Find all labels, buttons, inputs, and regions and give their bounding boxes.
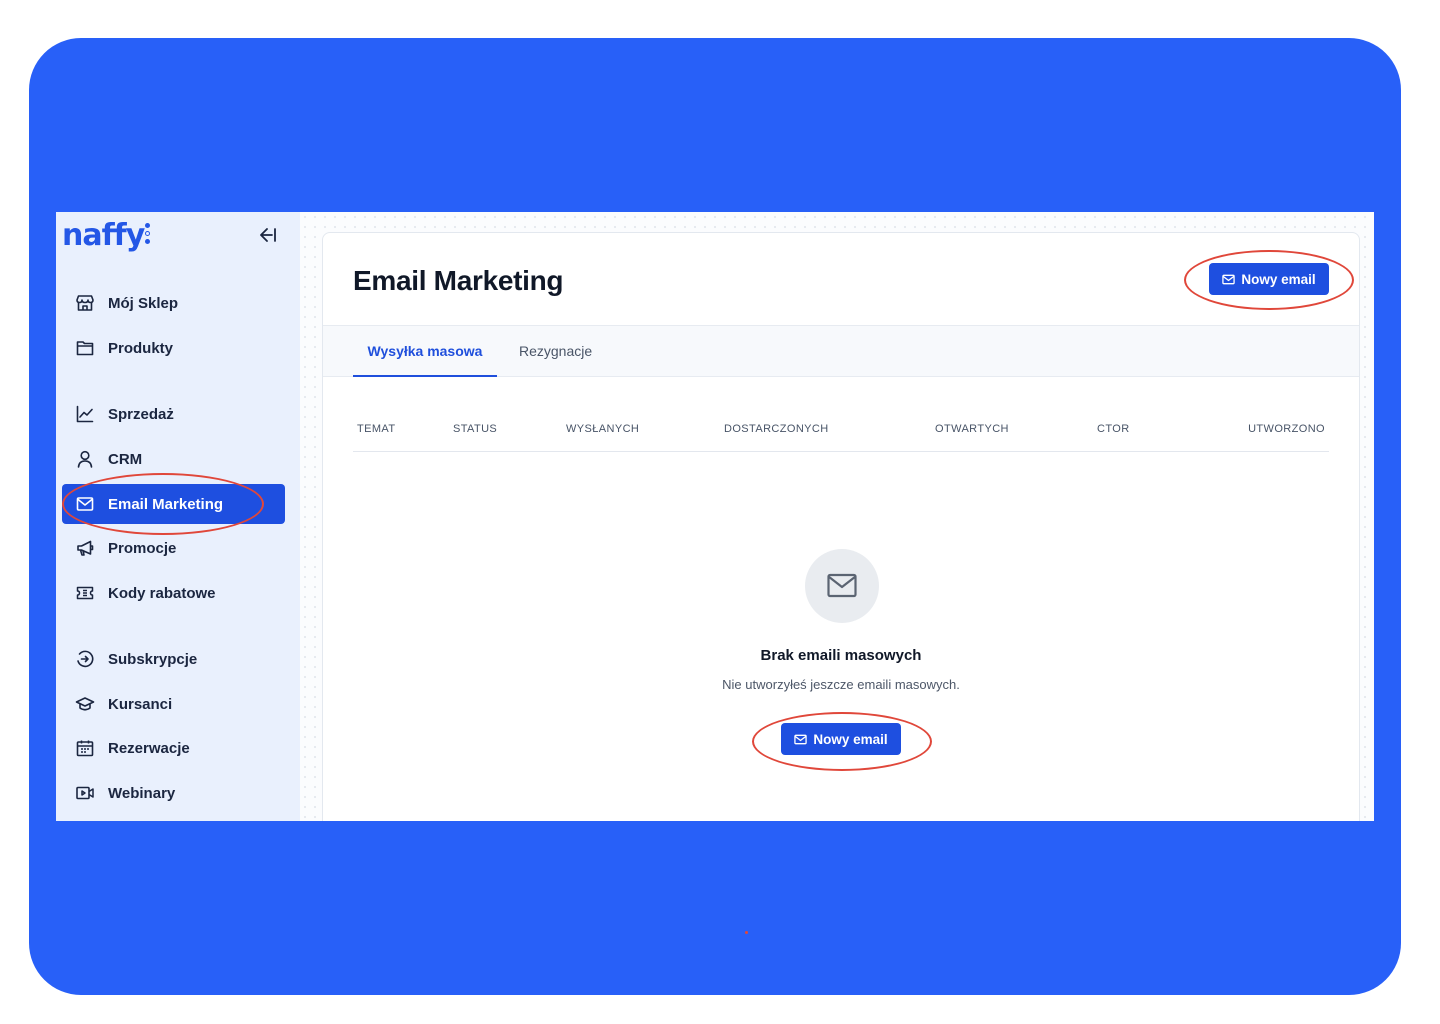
video-icon	[74, 782, 96, 804]
tab-wysylka-masowa[interactable]: Wysyłka masowa	[353, 326, 497, 377]
page-title: Email Marketing	[353, 265, 564, 296]
mail-send-icon	[794, 733, 808, 746]
mail-send-icon	[1222, 273, 1236, 286]
sidebar-item-label: Produkty	[108, 339, 174, 357]
tab-rezygnacje[interactable]: Rezygnacje	[519, 326, 592, 376]
calendar-icon	[74, 737, 96, 759]
sidebar-item-label: CRM	[108, 450, 143, 468]
megaphone-icon	[74, 537, 96, 559]
empty-state-mail-icon	[805, 549, 879, 623]
sidebar-item-label: Rezerwacje	[108, 739, 190, 757]
sidebar-item-email-marketing[interactable]: Email Marketing	[62, 484, 285, 524]
sidebar-item-subskrypcje[interactable]: Subskrypcje	[62, 639, 285, 679]
graduation-cap-icon	[74, 693, 96, 715]
user-icon	[74, 448, 96, 470]
sidebar-item-label: Promocje	[108, 539, 177, 557]
app-window: naffy Mój Sklep Produkty Sprzedaż CRM Em…	[56, 212, 1374, 821]
ticket-icon	[74, 582, 96, 604]
column-header-temat[interactable]: TEMAT	[357, 423, 395, 435]
annotation-dot	[745, 931, 748, 934]
column-header-dostarczonych[interactable]: DOSTARCZONYCH	[724, 423, 829, 435]
sidebar-item-webinary[interactable]: Webinary	[62, 773, 285, 813]
logo-dots-icon	[145, 223, 151, 247]
new-email-label: Nowy email	[813, 731, 888, 747]
table-header: TEMAT STATUS WYSŁANYCH DOSTARCZONYCH OTW…	[353, 423, 1329, 452]
empty-state-subtitle: Nie utworzyłeś jeszcze emaili masowych.	[722, 677, 960, 692]
sidebar-item-label: Sprzedaż	[108, 405, 174, 423]
sidebar-item-label: Kody rabatowe	[108, 584, 216, 602]
sidebar: naffy Mój Sklep Produkty Sprzedaż CRM Em…	[56, 212, 300, 821]
column-header-ctor[interactable]: CTOR	[1097, 423, 1130, 435]
sidebar-item-moj-sklep[interactable]: Mój Sklep	[62, 283, 285, 323]
column-header-otwartych[interactable]: OTWARTYCH	[935, 423, 1009, 435]
sidebar-item-label: Webinary	[108, 784, 176, 802]
new-email-label: Nowy email	[1241, 271, 1316, 287]
sidebar-item-label: Mój Sklep	[108, 294, 179, 312]
sidebar-item-sprzedaz[interactable]: Sprzedaż	[62, 394, 285, 434]
chart-line-icon	[74, 403, 96, 425]
naffy-logo: naffy	[62, 218, 145, 253]
new-email-empty-button[interactable]: Nowy email	[781, 723, 901, 755]
column-header-wyslanych[interactable]: WYSŁANYCH	[566, 423, 639, 435]
sidebar-item-crm[interactable]: CRM	[62, 439, 285, 479]
sidebar-item-label: Subskrypcje	[108, 650, 198, 668]
column-header-status[interactable]: STATUS	[453, 423, 497, 435]
column-header-utworzono[interactable]: UTWORZONO	[1248, 423, 1325, 435]
sidebar-item-label: Email Marketing	[108, 495, 224, 513]
sidebar-item-kursanci[interactable]: Kursanci	[62, 684, 285, 724]
store-icon	[74, 292, 96, 314]
sidebar-item-promocje[interactable]: Promocje	[62, 528, 285, 568]
new-email-button[interactable]: Nowy email	[1209, 263, 1329, 295]
sidebar-item-kody-rabatowe[interactable]: Kody rabatowe	[62, 573, 285, 613]
sidebar-item-rezerwacje[interactable]: Rezerwacje	[62, 728, 285, 768]
sidebar-item-produkty[interactable]: Produkty	[62, 328, 285, 368]
folder-icon	[74, 337, 96, 359]
email-marketing-card: Email Marketing Nowy email Wysyłka masow…	[322, 232, 1360, 821]
sidebar-item-label: Kursanci	[108, 695, 173, 713]
collapse-sidebar-button[interactable]	[257, 225, 279, 245]
arrow-left-bar-icon	[260, 228, 276, 242]
main-content: Email Marketing Nowy email Wysyłka masow…	[300, 212, 1374, 821]
tabs-bar: Wysyłka masowa Rezygnacje	[323, 325, 1359, 377]
empty-state-title: Brak emaili masowych	[760, 647, 922, 664]
subscription-icon	[74, 648, 96, 670]
mail-icon	[74, 493, 96, 515]
